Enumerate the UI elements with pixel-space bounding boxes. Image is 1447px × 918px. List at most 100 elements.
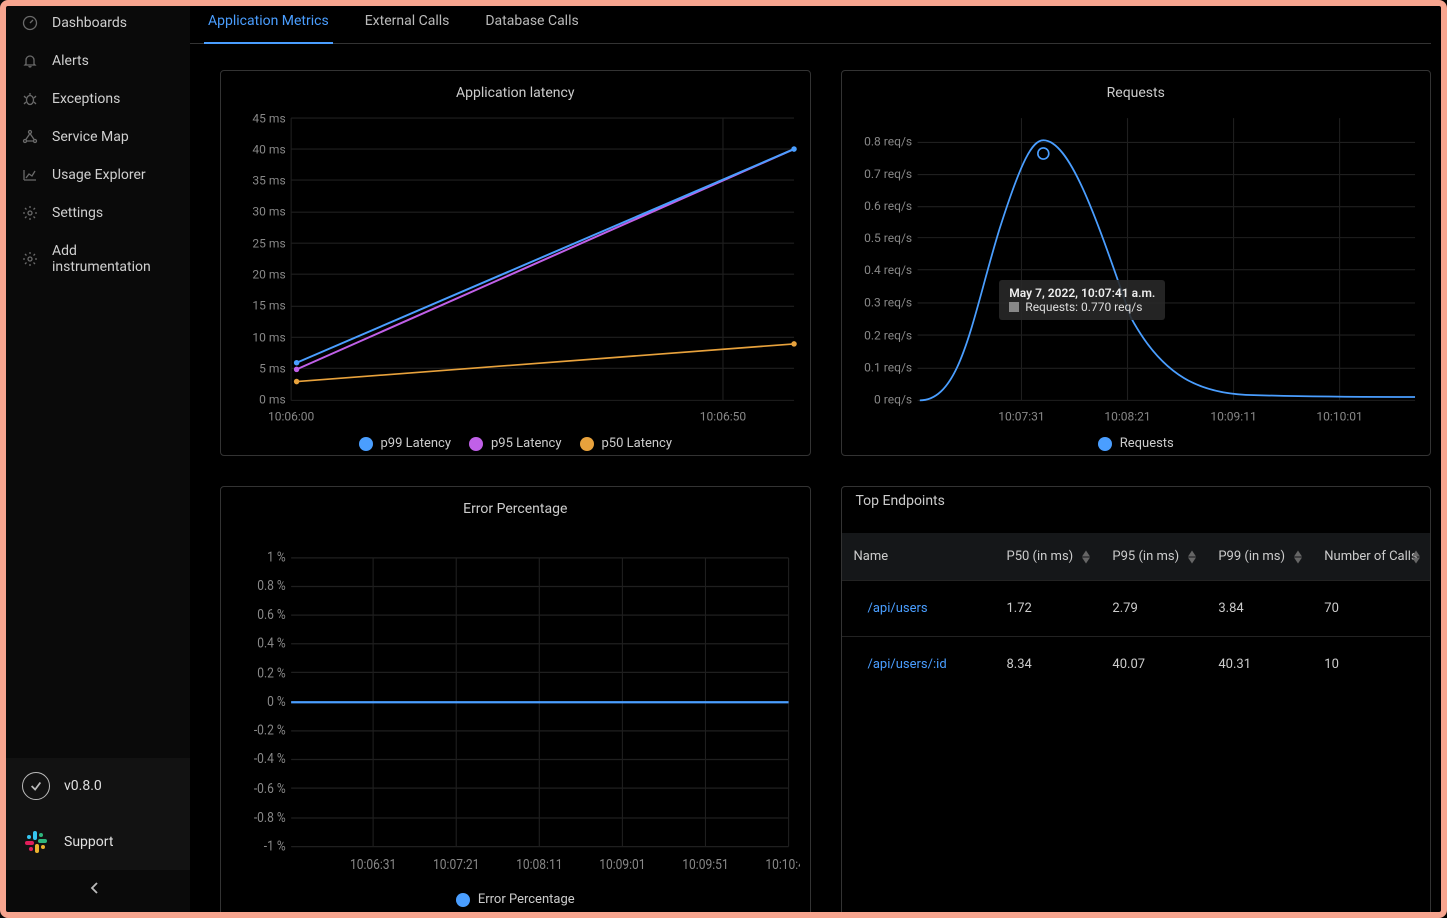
sidebar-item-label: Exceptions [52,91,120,107]
svg-text:45 ms: 45 ms [252,111,285,125]
tab-application-metrics[interactable]: Application Metrics [204,0,333,43]
svg-text:0.4 req/s: 0.4 req/s [864,263,912,277]
endpoint-link[interactable]: /api/users [842,581,995,637]
tab-label: External Calls [365,13,450,29]
tab-label: Database Calls [485,13,578,29]
support-row[interactable]: Support [0,814,190,870]
svg-text:10:06:50: 10:06:50 [700,409,747,423]
gauge-icon [22,15,38,31]
col-p99[interactable]: P99 (in ms) [1206,533,1312,581]
svg-text:20 ms: 20 ms [252,268,285,282]
latency-panel: Application latency 0 ms 5 ms 10 ms 15 m… [220,70,811,456]
svg-text:10:10:41: 10:10:41 [765,857,799,873]
tooltip-swatch-icon [1009,302,1019,312]
svg-text:15 ms: 15 ms [252,299,285,313]
sidebar-item-settings[interactable]: Settings [0,194,190,232]
bug-icon [22,91,38,107]
panel-title: Application latency [231,85,800,101]
sidebar-item-add-instrumentation[interactable]: Add instrumentation [0,232,190,286]
tabs: Application Metrics External Calls Datab… [190,0,1431,44]
tab-database-calls[interactable]: Database Calls [481,0,582,43]
table-header-row: Name P50 (in ms) P95 (in ms) P99 (in ms)… [842,533,1431,581]
sidebar-item-usage-explorer[interactable]: Usage Explorer [0,156,190,194]
svg-text:30 ms: 30 ms [252,204,285,218]
requests-legend: Requests [852,428,1421,453]
sidebar-collapse-button[interactable] [0,870,190,918]
legend-item-p50[interactable]: p50 Latency [580,436,673,451]
legend-dot-icon [456,893,470,907]
sort-icon [1294,550,1302,563]
sidebar-item-service-map[interactable]: Service Map [0,118,190,156]
nav: Dashboards Alerts Exceptions Service Map… [0,0,190,758]
svg-text:5 ms: 5 ms [259,362,285,376]
cell-calls: 10 [1312,637,1430,693]
tooltip-series-text: Requests: 0.770 req/s [1025,300,1142,314]
cell-p95: 2.79 [1100,581,1206,637]
tab-external-calls[interactable]: External Calls [361,0,454,43]
svg-text:0.5 req/s: 0.5 req/s [864,231,912,245]
error-legend: Error Percentage [231,884,800,909]
svg-text:-0.2 %: -0.2 % [254,723,286,739]
legend-item-requests[interactable]: Requests [1098,436,1174,451]
chevron-left-icon [87,880,103,896]
requests-chart[interactable]: 0 req/s 0.1 req/s 0.2 req/s 0.3 req/s 0.… [852,107,1421,428]
check-circle-icon [22,772,50,800]
error-chart[interactable]: -1 % -0.8 % -0.6 % -0.4 % -0.2 % 0 % 0.2… [231,523,800,884]
panel-title: Top Endpoints [842,487,1431,527]
sidebar-item-exceptions[interactable]: Exceptions [0,80,190,118]
legend-dot-icon [469,437,483,451]
svg-text:-0.4 %: -0.4 % [254,752,286,768]
col-calls[interactable]: Number of Calls [1312,533,1430,581]
panel-title: Error Percentage [231,501,800,517]
sort-icon [1412,550,1420,563]
col-p95[interactable]: P95 (in ms) [1100,533,1206,581]
legend-label: Requests [1120,436,1174,451]
col-label: P50 (in ms) [1007,549,1074,564]
svg-text:10:10:01: 10:10:01 [1316,409,1362,423]
latency-chart[interactable]: 0 ms 5 ms 10 ms 15 ms 20 ms 25 ms 30 ms … [231,107,800,428]
svg-text:0.7 req/s: 0.7 req/s [864,167,912,181]
svg-text:0.2 req/s: 0.2 req/s [864,328,912,342]
table-row: /api/users/:id 8.34 40.07 40.31 10 [842,637,1431,693]
endpoint-link[interactable]: /api/users/:id [842,637,995,693]
svg-text:0.6 req/s: 0.6 req/s [864,199,912,213]
svg-text:10:09:51: 10:09:51 [682,857,728,873]
svg-text:10:06:00: 10:06:00 [268,409,315,423]
legend-label: Error Percentage [478,892,575,907]
legend-item-p99[interactable]: p99 Latency [359,436,452,451]
sidebar-item-label: Add instrumentation [52,243,168,275]
svg-text:10 ms: 10 ms [252,331,285,345]
requests-panel: Requests 0 req/s 0.1 req/s 0.2 req/s 0.3… [841,70,1432,456]
cell-p50: 1.72 [995,581,1101,637]
svg-text:40 ms: 40 ms [252,142,285,156]
legend-label: p95 Latency [491,436,562,451]
chart-icon [22,167,38,183]
svg-text:0.3 req/s: 0.3 req/s [864,295,912,309]
sidebar-item-alerts[interactable]: Alerts [0,42,190,80]
sidebar-item-dashboards[interactable]: Dashboards [0,4,190,42]
sidebar-item-label: Service Map [52,129,129,145]
legend-item-p95[interactable]: p95 Latency [469,436,562,451]
legend-dot-icon [580,437,594,451]
gear-icon [22,251,38,267]
svg-text:0 ms: 0 ms [259,393,285,407]
svg-text:10:09:01: 10:09:01 [599,857,645,873]
sidebar-item-label: Settings [52,205,103,221]
sort-icon [1082,550,1090,563]
content-grid: Application latency 0 ms 5 ms 10 ms 15 m… [190,44,1447,918]
col-p50[interactable]: P50 (in ms) [995,533,1101,581]
cell-p99: 40.31 [1206,637,1312,693]
col-name[interactable]: Name [842,533,995,581]
svg-text:0 %: 0 % [267,694,286,710]
legend-item-error[interactable]: Error Percentage [456,892,575,907]
col-label: P95 (in ms) [1112,549,1179,564]
tooltip-time: May 7, 2022, 10:07:41 a.m. [1009,286,1155,300]
version-row[interactable]: v0.8.0 [0,758,190,814]
support-label: Support [64,834,113,850]
svg-text:25 ms: 25 ms [252,237,285,251]
svg-text:0.6 %: 0.6 % [257,607,285,623]
cell-calls: 70 [1312,581,1430,637]
chart-tooltip: May 7, 2022, 10:07:41 a.m. Requests: 0.7… [999,280,1165,320]
svg-text:10:06:31: 10:06:31 [350,857,396,873]
svg-text:10:08:21: 10:08:21 [1104,409,1150,423]
